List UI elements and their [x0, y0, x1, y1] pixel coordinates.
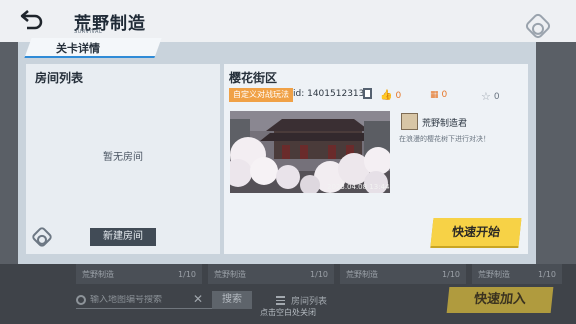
- back-button[interactable]: [18, 8, 46, 30]
- list-icon: [276, 296, 285, 305]
- room-card[interactable]: 荒野制造 1/10: [472, 264, 562, 284]
- quick-start-button[interactable]: 快速开始: [430, 218, 522, 246]
- room-list-button[interactable]: 房间列表: [276, 294, 327, 307]
- tab-label: 关卡详情: [56, 42, 100, 55]
- star-icon: ☆: [481, 90, 491, 103]
- close-hint: 点击空白处关闭: [260, 308, 316, 317]
- author-name[interactable]: 荒野制造君: [422, 116, 467, 129]
- gifts-stat[interactable]: ▦ 0: [430, 90, 447, 100]
- back-arrow-icon: [20, 10, 43, 30]
- map-id: id: 1401512313: [293, 89, 365, 99]
- favorites-stat[interactable]: ☆ 0: [481, 90, 500, 103]
- copy-icon[interactable]: [363, 88, 372, 99]
- room-card[interactable]: 荒野制造 1/10: [340, 264, 466, 284]
- clear-icon[interactable]: ✕: [193, 292, 203, 306]
- app-subtitle: SURVIVAL: [74, 29, 103, 35]
- map-preview-image: [230, 111, 390, 193]
- mode-tag: 自定义对战玩法: [229, 88, 293, 102]
- map-description: 在浪漫的樱花树下进行对决！: [399, 135, 490, 143]
- room-card[interactable]: 荒野制造 1/10: [76, 264, 202, 284]
- empty-rooms-text: 暂无房间: [103, 152, 143, 163]
- author-avatar[interactable]: [401, 113, 418, 130]
- new-room-button[interactable]: 新建房间: [90, 228, 156, 246]
- likes-stat[interactable]: 👍 0: [380, 90, 401, 101]
- search-icon: [76, 294, 86, 305]
- thumbs-up-icon: 👍: [380, 90, 393, 101]
- cherry-blossom-scene: [230, 111, 390, 193]
- gift-icon: ▦: [430, 90, 439, 100]
- room-list-title: 房间列表: [35, 71, 84, 85]
- map-name: 樱花街区: [229, 71, 278, 85]
- preview-timestamp: 2023.04.08 13:44: [327, 183, 390, 191]
- room-card[interactable]: 荒野制造 1/10: [208, 264, 334, 284]
